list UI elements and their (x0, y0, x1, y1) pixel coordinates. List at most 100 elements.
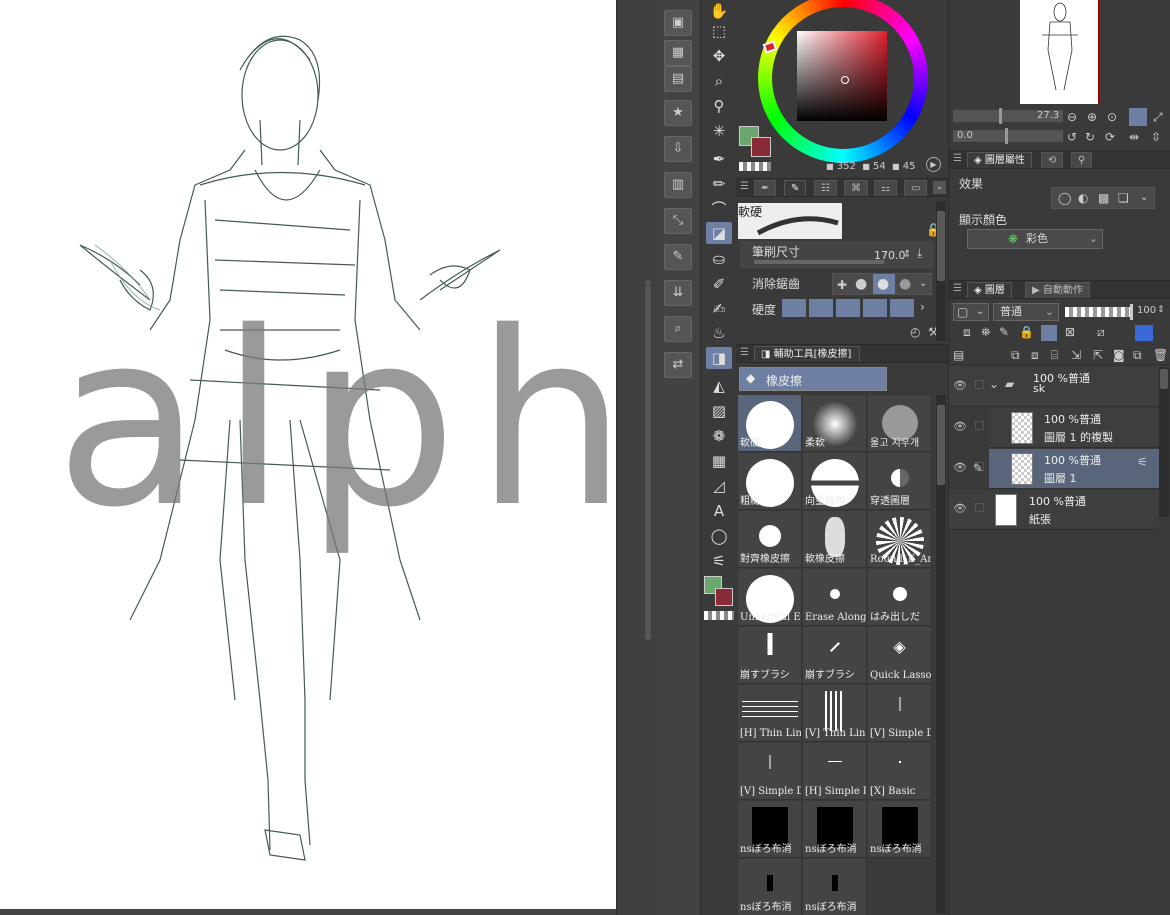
subtool-item[interactable]: 穿透圖層 (868, 453, 932, 510)
transform-icon[interactable]: ⤡ (664, 208, 692, 234)
ink-pen-icon[interactable]: ✐ (706, 273, 732, 295)
subtool-item[interactable]: [V] Thin Line (803, 685, 867, 742)
trash-icon[interactable]: 🗑 (1153, 348, 1168, 362)
subtool-item[interactable]: [H] Thin Lin (738, 685, 802, 742)
sub-color-swatch[interactable] (751, 137, 771, 157)
subtool-item[interactable]: ◈ Quick Lasso E (868, 627, 932, 684)
play-icon[interactable]: ▶ (926, 157, 941, 172)
auto-action-tab[interactable]: ▶ 自動動作 (1025, 282, 1090, 298)
subtool-item[interactable]: 崩すブラシ (803, 627, 867, 684)
download-icon[interactable]: ⇊ (664, 280, 692, 306)
chevron-right-icon[interactable]: › (920, 300, 925, 314)
sub-color-swatch[interactable] (715, 588, 733, 606)
import-icon[interactable]: ⇩ (664, 136, 692, 162)
hand-icon[interactable]: ✋ (706, 0, 732, 22)
subtool-tab[interactable]: ◨ 輔助工具[橡皮擦] (754, 346, 860, 362)
border-effect-icon[interactable]: ◯ (1058, 191, 1071, 205)
subtool-item[interactable]: [X] Basic (868, 743, 932, 800)
merge-down-icon[interactable]: ⇲ (1071, 348, 1081, 362)
menu-icon[interactable]: ☰ (953, 153, 962, 164)
layer-color-icon[interactable]: ❏ (1118, 191, 1129, 205)
pencil-icon[interactable]: ✏ (706, 173, 732, 195)
eraser-icon[interactable]: ◪ (706, 222, 732, 244)
subtool-item[interactable]: Erase Along E (803, 569, 867, 626)
chevron-down-icon[interactable]: ⌄ (933, 181, 946, 194)
pattern-effect-icon[interactable]: ▩ (1098, 191, 1109, 205)
blend-mode-dropdown[interactable]: 普通 ⌄ (993, 303, 1059, 321)
lock-icon[interactable]: 🔒 (1019, 325, 1034, 339)
download-icon[interactable]: ⤓ (917, 246, 922, 260)
rotate-left-icon[interactable]: ↺ (1067, 130, 1077, 144)
subtool-item[interactable]: はみ出しだ (868, 569, 932, 626)
drawing-canvas[interactable]: alphalyr (0, 0, 616, 915)
subtool-item[interactable]: 軟硬 (738, 395, 802, 452)
layers-tab[interactable]: ◈ 圖層 (967, 282, 1012, 298)
lock-checkbox[interactable] (975, 380, 984, 389)
flip-horizontal-icon[interactable]: ⇹ (1129, 130, 1139, 144)
layer-row[interactable]: 👁 100 %普通 圖層 1 的複製 (953, 408, 1159, 448)
layer-effect-tab-icon[interactable]: ⟲ (1041, 152, 1064, 168)
transparent-color-swatch[interactable] (704, 611, 734, 620)
transparent-color-swatch[interactable] (739, 162, 771, 171)
hardness-segments[interactable] (782, 299, 916, 317)
layer-icon[interactable]: ▤ (664, 66, 692, 92)
subtool-item[interactable]: 粗糙 (738, 453, 802, 510)
ruler-icon[interactable]: ⧄ (1097, 325, 1105, 339)
brush-icon[interactable]: ⌒ (706, 198, 732, 220)
auto-select-icon[interactable]: ✳ (706, 120, 732, 142)
decoration-icon[interactable]: ❁ (706, 425, 732, 447)
subtool-item[interactable]: nsぼろ布消 (803, 859, 867, 915)
display-color-dropdown[interactable]: ❋ 彩色 ⌄ (967, 229, 1103, 249)
chevron-down-icon[interactable]: ⌄ (989, 377, 999, 391)
layer-property-tab[interactable]: ◈ 圖層屬性 (967, 152, 1032, 168)
blend-icon[interactable]: ♨ (706, 322, 732, 344)
clip-icon[interactable]: ⧈ (963, 325, 971, 339)
fit-icon[interactable]: ⊙ (1107, 110, 1117, 124)
favorite-icon[interactable]: ★ (664, 100, 692, 126)
saturation-value-square[interactable] (797, 31, 887, 121)
menu-icon[interactable]: ☰ (740, 347, 749, 358)
mask-add-icon[interactable]: ◙ (1113, 348, 1125, 362)
text-icon[interactable]: A (706, 500, 732, 522)
stepper-icon[interactable]: ⇕ (1157, 303, 1165, 317)
zoom-value[interactable]: 27.3 (1037, 110, 1059, 121)
new-file-icon[interactable]: ▣ (664, 10, 692, 36)
subtool-item[interactable]: 軟橡皮擦 (803, 511, 867, 568)
frame-icon[interactable]: ▦ (706, 450, 732, 472)
edit-icon[interactable]: ✎ (664, 244, 692, 270)
correct-line-icon[interactable]: ⚟ (706, 550, 732, 572)
subtool-item[interactable]: Unhelpful Er (738, 569, 802, 626)
expand-icon[interactable]: ⤢ (1153, 110, 1163, 124)
merge-icon[interactable]: ⇱ (1093, 348, 1103, 362)
eye-icon[interactable]: 👁 (953, 461, 967, 474)
zoom-out-icon[interactable]: ⊖ (1067, 110, 1077, 124)
eye-icon[interactable]: 👁 (953, 502, 967, 515)
brush-size-value[interactable]: 170.0 (874, 249, 906, 262)
opacity-value[interactable]: 100 (1137, 305, 1156, 316)
navigator-preview[interactable] (1020, 0, 1100, 104)
subtool-item[interactable]: [H] Simple D (803, 743, 867, 800)
aa-strong-icon[interactable]: ● (899, 277, 911, 291)
layer-scrollbar[interactable] (1159, 367, 1169, 517)
draft-icon[interactable]: ✎ (999, 325, 1009, 339)
pen-icon[interactable]: ✒ (706, 148, 732, 170)
subtool-item[interactable]: 울고 지우개 (868, 395, 932, 452)
eraser-group-button[interactable]: ◆ 橡皮擦 (739, 367, 887, 391)
balloon-icon[interactable]: ◯ (706, 525, 732, 547)
menu-icon[interactable]: ☰ (953, 283, 962, 294)
eye-icon[interactable]: 👁 (953, 379, 967, 392)
layer-row[interactable]: 👁 ⌄ ▰ 100 %普通 sk (949, 367, 1159, 407)
view-mode-icon[interactable] (1129, 108, 1147, 126)
search-icon[interactable]: ⌕ (664, 316, 692, 342)
object-select-icon[interactable]: ⬚ (706, 20, 732, 42)
layer-row[interactable]: 👁 100 %普通 圖層 1 ✎ ⚟ (953, 449, 1159, 489)
subtool-item[interactable]: nsぼろ布消 (868, 801, 932, 858)
subtool-item[interactable]: 崩すブラシ (738, 627, 802, 684)
aa-medium-icon[interactable]: ● (873, 274, 895, 294)
new-vector-layer-icon[interactable]: ⧈ (1031, 348, 1039, 362)
subtool-item[interactable]: nsぼろ布消 (803, 801, 867, 858)
chevron-down-icon[interactable]: ⌄ (1140, 191, 1148, 205)
new-raster-layer-icon[interactable]: ⧉ (1011, 348, 1020, 362)
fill-icon[interactable]: ◭ (706, 375, 732, 397)
flip-vertical-icon[interactable]: ⇳ (1151, 130, 1161, 144)
